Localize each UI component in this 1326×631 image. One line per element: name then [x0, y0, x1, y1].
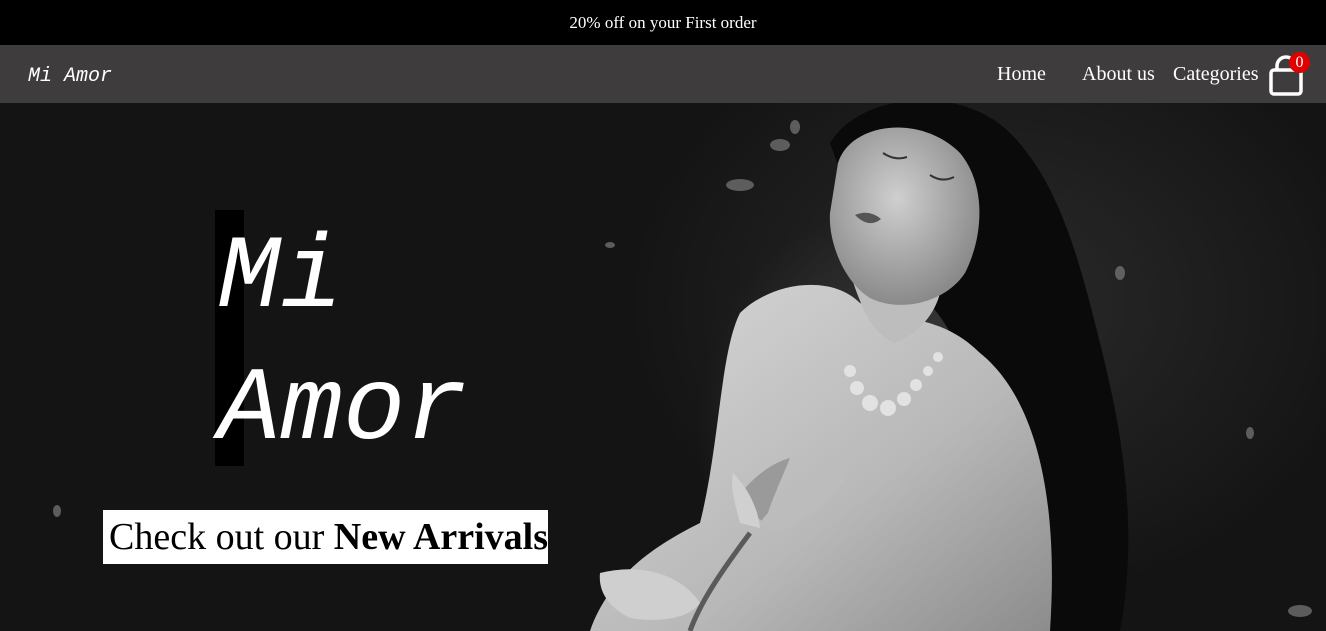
- hero-title-line-2: Amor: [218, 352, 468, 470]
- hero-title-line-1: Mi: [218, 220, 343, 338]
- nav-link-home[interactable]: Home: [997, 63, 1046, 86]
- new-arrivals-button[interactable]: Check out our New Arrivals: [103, 510, 548, 564]
- hero-title: Mi Amor: [218, 213, 468, 477]
- navbar: Mi Amor Home About us Categories 0: [0, 45, 1326, 103]
- hero-section: Mi Amor Check out our New Arrivals: [0, 103, 1326, 631]
- nav-link-categories[interactable]: Categories: [1173, 63, 1259, 86]
- promo-text: 20% off on your First order: [569, 12, 757, 32]
- brand-logo[interactable]: Mi Amor: [28, 65, 112, 88]
- promo-banner: 20% off on your First order: [0, 0, 1326, 45]
- nav-link-about-us[interactable]: About us: [1082, 63, 1155, 86]
- cart-count-badge: 0: [1289, 52, 1310, 73]
- cta-prefix: Check out our: [109, 516, 334, 558]
- cart-button[interactable]: 0: [1266, 52, 1310, 98]
- cta-emphasis: New Arrivals: [333, 516, 549, 558]
